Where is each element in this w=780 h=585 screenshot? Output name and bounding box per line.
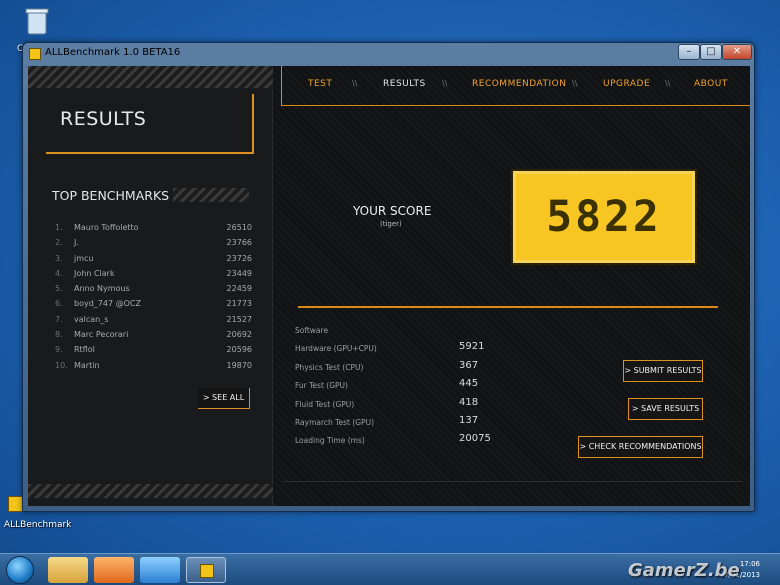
recycle-bin-icon[interactable] bbox=[24, 6, 50, 36]
window-title: ALLBenchmark 1.0 BETA16 bbox=[45, 47, 181, 58]
minimize-button[interactable]: – bbox=[678, 44, 700, 60]
media-player-icon[interactable] bbox=[94, 557, 134, 583]
tab-recommendation[interactable]: RECOMMENDATION bbox=[472, 79, 566, 89]
maximize-button[interactable]: □ bbox=[700, 44, 722, 60]
check-recommendations-button[interactable]: > CHECK RECOMMENDATIONS bbox=[578, 436, 703, 458]
decor-stripe bbox=[173, 188, 249, 202]
browser-icon[interactable] bbox=[140, 557, 180, 583]
table-row: Physics Test (CPU) 367 bbox=[295, 359, 479, 372]
list-item: 10. Martin 19870 bbox=[55, 360, 252, 370]
watermark: GamerZ.be bbox=[628, 560, 740, 581]
list-item: 9. Rtflol 20596 bbox=[55, 345, 252, 355]
table-row: Fur Test (GPU) 445 bbox=[295, 378, 479, 391]
allbenchmark-task-icon[interactable] bbox=[186, 557, 226, 583]
save-results-button[interactable]: > SAVE RESULTS bbox=[628, 398, 703, 420]
divider bbox=[298, 306, 718, 308]
list-item: 8. Marc Pecorari 20692 bbox=[55, 330, 252, 340]
table-row: Hardware (GPU+CPU) 5921 bbox=[295, 341, 485, 354]
app-icon bbox=[200, 564, 214, 578]
nav-separator: \\ bbox=[352, 79, 358, 88]
decor-stripe bbox=[28, 484, 273, 498]
list-item: 2. J. 23766 bbox=[55, 238, 252, 248]
title-bar[interactable]: ALLBenchmark 1.0 BETA16 – □ ✕ bbox=[23, 43, 754, 65]
table-row: Fluid Test (GPU) 418 bbox=[295, 396, 479, 409]
list-item: 3. jmcu 23726 bbox=[55, 253, 252, 263]
table-row: Loading Time (ms) 20075 bbox=[295, 433, 491, 446]
results-title: RESULTS bbox=[60, 108, 147, 130]
submit-results-button[interactable]: > SUBMIT RESULTS bbox=[623, 360, 703, 382]
score-value: 5822 bbox=[546, 192, 662, 242]
list-item: 6. boyd_747 @OCZ 21773 bbox=[55, 299, 252, 309]
see-all-button[interactable]: > SEE ALL bbox=[198, 388, 250, 409]
tab-upgrade[interactable]: UPGRADE bbox=[603, 79, 650, 89]
score-display: 5822 bbox=[513, 171, 695, 263]
stats-table: Software Hardware (GPU+CPU) 5921 Physics … bbox=[295, 323, 595, 452]
your-score-label: YOUR SCORE bbox=[353, 204, 432, 218]
benchmark-list: 1. Mauro Toffoletto 26510 2. J. 23766 3. jmcu… bbox=[52, 223, 252, 376]
nav-separator: \\ bbox=[572, 79, 578, 88]
app-icon bbox=[29, 48, 41, 60]
bottom-decor bbox=[283, 481, 743, 493]
table-row: Raymarch Test (GPU) 137 bbox=[295, 414, 479, 427]
explorer-icon[interactable] bbox=[48, 557, 88, 583]
close-button[interactable]: ✕ bbox=[722, 44, 752, 60]
start-button[interactable] bbox=[6, 556, 34, 584]
nav-separator: \\ bbox=[665, 79, 671, 88]
list-item: 4. John Clark 23449 bbox=[55, 268, 252, 278]
app-content: RESULTS TOP BENCHMARKS 1. Mauro Toffolett… bbox=[28, 66, 750, 506]
decor-stripe bbox=[28, 66, 273, 88]
tab-results[interactable]: RESULTS bbox=[383, 79, 426, 89]
app-window: ALLBenchmark 1.0 BETA16 – □ ✕ RESULTS TO… bbox=[22, 42, 755, 512]
tab-test[interactable]: TEST bbox=[308, 79, 332, 89]
left-panel: RESULTS TOP BENCHMARKS 1. Mauro Toffolett… bbox=[28, 66, 273, 506]
list-item: 1. Mauro Toffoletto 26510 bbox=[55, 223, 252, 232]
list-item: 5. Anno Nymous 22459 bbox=[55, 284, 252, 294]
app-shortcut-label[interactable]: ALLBenchmark bbox=[4, 520, 71, 530]
table-row: Software bbox=[295, 326, 329, 335]
nav-separator: \\ bbox=[442, 79, 448, 88]
tab-about[interactable]: ABOUT bbox=[694, 79, 728, 89]
top-benchmarks-title: TOP BENCHMARKS bbox=[52, 188, 170, 203]
list-item: 7. valcan_s 21527 bbox=[55, 314, 252, 324]
score-tag: (tiger) bbox=[380, 220, 402, 228]
nav-bar: TEST \\ RESULTS \\ RECOMMENDATION \\ UPG… bbox=[281, 66, 750, 106]
